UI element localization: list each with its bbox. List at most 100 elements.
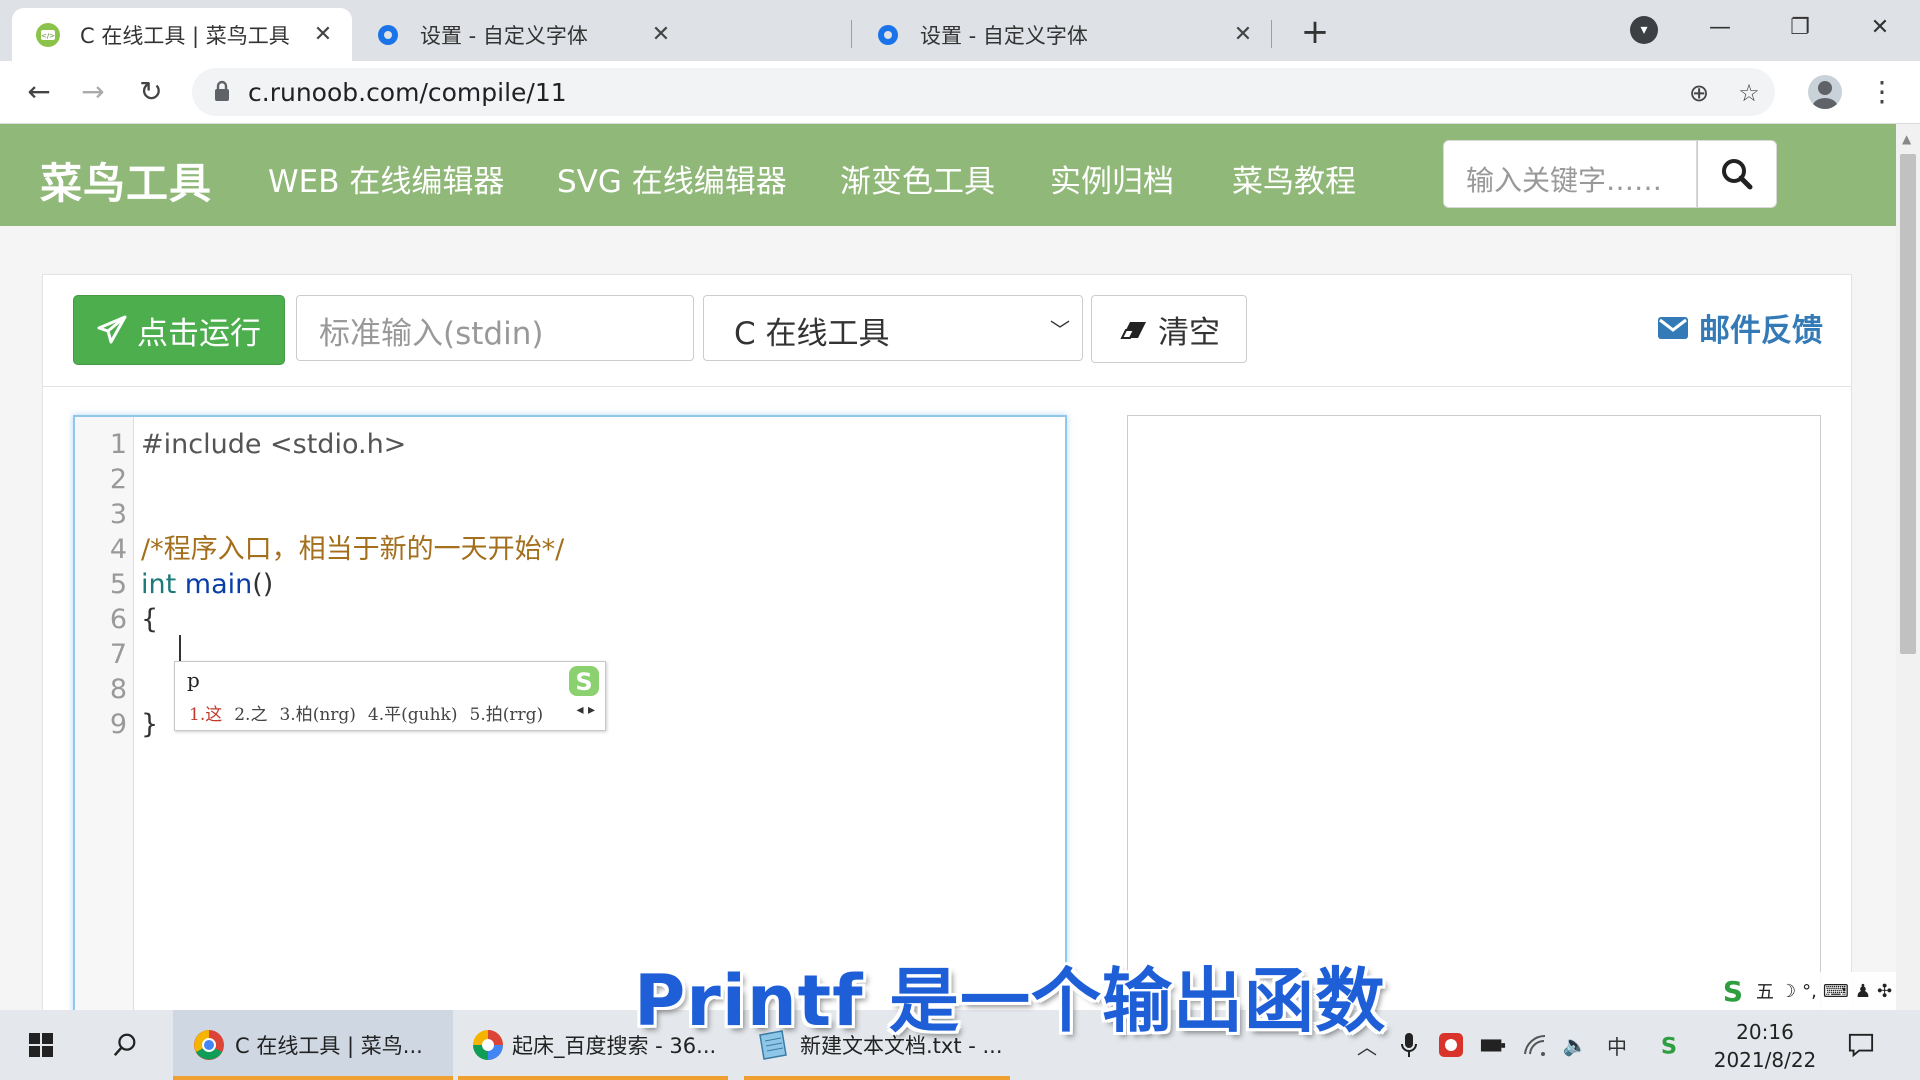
close-window-button[interactable]: ✕ [1850, 8, 1910, 48]
clock-time: 20:16 [1736, 1020, 1794, 1044]
address-bar[interactable]: c.runoob.com/compile/11 ⊕ ☆ [192, 68, 1775, 116]
stdin-input[interactable]: 标准输入(stdin) [296, 295, 694, 361]
envelope-icon [1658, 316, 1688, 339]
punctuation-icon[interactable]: °, [1802, 981, 1817, 1002]
restore-button[interactable]: ❐ [1770, 8, 1830, 48]
gear-icon [874, 21, 902, 49]
taskbar-item-chrome[interactable]: C 在线工具 | 菜鸟... [173, 1010, 453, 1080]
svg-text:</>: </> [41, 32, 55, 40]
paper-plane-icon [97, 315, 127, 344]
system-clock[interactable]: 20:16 2021/8/22 [1700, 1018, 1830, 1074]
feedback-link[interactable]: 邮件反馈 [1657, 305, 1823, 350]
apps-grid-icon[interactable]: ✣ [1877, 981, 1892, 1002]
run-button[interactable]: 点击运行 [73, 295, 285, 365]
code-text: { [141, 604, 159, 635]
feedback-label: 邮件反馈 [1699, 313, 1823, 349]
line-number: 6 [109, 604, 127, 635]
nav-web-editor[interactable]: WEB 在线编辑器 [268, 156, 504, 201]
moon-icon[interactable]: ☽ [1780, 981, 1796, 1002]
scroll-up-arrow-icon[interactable]: ▲ [1902, 132, 1911, 146]
chrome-icon [193, 1029, 225, 1061]
ime-next-page-icon[interactable]: ◂ ▸ [576, 702, 595, 718]
run-button-label: 点击运行 [137, 315, 261, 352]
menu-kebab-icon[interactable]: ⋮ [1868, 75, 1896, 109]
ime-candidate[interactable]: 4.平(guhk) [368, 700, 458, 725]
site-header: 菜鸟工具 WEB 在线编辑器 SVG 在线编辑器 渐变色工具 实例归档 菜鸟教程… [0, 124, 1896, 226]
search-icon[interactable] [112, 1032, 138, 1058]
app-tray-red-icon[interactable] [1438, 1032, 1464, 1058]
eraser-icon [1120, 322, 1146, 339]
clock-date: 2021/8/22 [1713, 1048, 1817, 1072]
tab-settings-font-1[interactable]: 设置 - 自定义字体 ✕ [352, 8, 690, 61]
svg-text:S: S [575, 668, 592, 696]
back-arrow-icon[interactable]: ← [18, 71, 60, 113]
ime-status-bar: S 五 ☽ °, ⌨ ♟ ✣ [1712, 972, 1897, 1010]
active-indicator [744, 1076, 1010, 1080]
nav-tutorial[interactable]: 菜鸟教程 [1232, 156, 1356, 201]
ime-candidate[interactable]: 1.这 [189, 700, 222, 725]
code-text: int main() [141, 567, 273, 602]
notification-center-icon[interactable] [1848, 1032, 1874, 1058]
tab-search-icon[interactable]: ▾ [1630, 16, 1658, 44]
clear-button[interactable]: 清空 [1091, 295, 1247, 363]
site-brand[interactable]: 菜鸟工具 [40, 150, 212, 211]
profile-avatar-icon[interactable] [1808, 75, 1842, 109]
taskbar-item-label: C 在线工具 | 菜鸟... [235, 1034, 423, 1058]
code-text: #include <stdio.h> [141, 429, 407, 460]
compiler-toolbar: 点击运行 标准输入(stdin) C 在线工具 ﹀ 清空 邮件反馈 [43, 275, 1851, 387]
code-comment: /*程序入口，相当于新的一天开始*/ [141, 534, 565, 565]
clear-button-label: 清空 [1158, 314, 1220, 351]
minimize-button[interactable]: — [1690, 8, 1750, 48]
battery-icon[interactable] [1480, 1032, 1506, 1058]
tab-settings-font-2[interactable]: 设置 - 自定义字体 ✕ [852, 8, 1272, 61]
browser-tab-strip: </> C 在线工具 | 菜鸟工具 ✕ 设置 - 自定义字体 ✕ 设置 - 自定… [0, 0, 1920, 61]
site-search-button[interactable] [1697, 140, 1777, 208]
ime-candidate-popup: p S 1.这 2.之 3.柏(nrg) 4.平(guhk) 5.拍(rrg) … [174, 661, 606, 731]
gear-icon [374, 21, 402, 49]
search-icon [1722, 159, 1753, 190]
tab-title: C 在线工具 | 菜鸟工具 [80, 23, 290, 48]
sogou-ime-logo-icon: S [563, 662, 605, 702]
browser-toolbar: ← → ↻ c.runoob.com/compile/11 ⊕ ☆ ⋮ [0, 61, 1920, 124]
microphone-icon[interactable] [1396, 1032, 1422, 1058]
windows-start-icon[interactable] [28, 1032, 54, 1058]
language-select[interactable]: C 在线工具 ﹀ [703, 295, 1083, 361]
chevron-down-icon: ﹀ [1050, 318, 1070, 342]
scrollbar-thumb[interactable] [1900, 154, 1916, 654]
reload-icon[interactable]: ↻ [130, 71, 172, 113]
nav-examples[interactable]: 实例归档 [1050, 156, 1174, 201]
nav-gradient-tool[interactable]: 渐变色工具 [840, 156, 995, 201]
page-scrollbar[interactable]: ▲ [1896, 124, 1920, 1010]
user-icon[interactable]: ♟ [1855, 981, 1871, 1002]
language-select-value: C 在线工具 [734, 316, 890, 352]
tab-close-icon[interactable]: ✕ [646, 22, 676, 47]
zoom-icon[interactable]: ⊕ [1682, 76, 1716, 110]
forward-arrow-icon[interactable]: → [72, 71, 114, 113]
page-viewport: 菜鸟工具 WEB 在线编辑器 SVG 在线编辑器 渐变色工具 实例归档 菜鸟教程… [0, 124, 1896, 1010]
wifi-icon[interactable] [1522, 1032, 1548, 1058]
sogou-logo-icon[interactable]: S [1716, 976, 1750, 1006]
new-tab-button[interactable]: + [1295, 12, 1335, 52]
ime-typed-text: p [187, 668, 200, 692]
input-language-indicator[interactable]: 中 [1604, 1032, 1630, 1059]
volume-icon[interactable]: 🔈 [1562, 1032, 1588, 1058]
nav-svg-editor[interactable]: SVG 在线编辑器 [557, 156, 787, 201]
tab-close-icon[interactable]: ✕ [308, 22, 338, 47]
keyboard-icon[interactable]: ⌨ [1823, 981, 1849, 1002]
line-number: 2 [109, 464, 127, 495]
line-number: 9 [109, 709, 127, 740]
tab-c-online-tool[interactable]: </> C 在线工具 | 菜鸟工具 ✕ [12, 8, 352, 61]
sogou-tray-icon[interactable]: S [1656, 1032, 1682, 1059]
lock-icon [214, 80, 230, 106]
ime-candidate[interactable]: 3.柏(nrg) [279, 700, 355, 725]
ime-candidate[interactable]: 5.拍(rrg) [470, 700, 544, 725]
parens: () [252, 569, 274, 600]
ime-mode-indicator[interactable]: 五 [1756, 978, 1774, 1004]
ime-candidate[interactable]: 2.之 [234, 700, 267, 725]
site-search-input[interactable]: 输入关键字…… [1443, 140, 1697, 208]
tab-close-icon[interactable]: ✕ [1228, 22, 1258, 47]
svg-text:S: S [1723, 976, 1743, 1006]
line-number: 3 [109, 499, 127, 530]
bookmark-star-icon[interactable]: ☆ [1732, 76, 1766, 110]
compiler-panel: 点击运行 标准输入(stdin) C 在线工具 ﹀ 清空 邮件反馈 1 #inc… [42, 274, 1852, 1010]
